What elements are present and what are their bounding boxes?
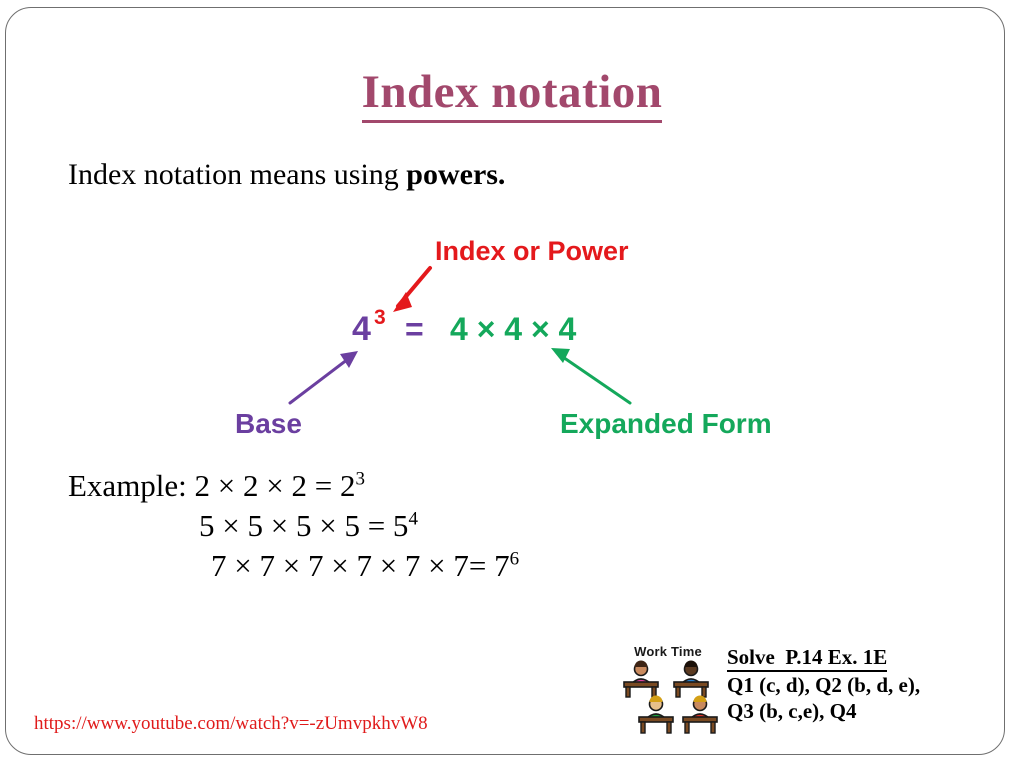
diagram-index-label: Index or Power: [435, 236, 629, 266]
work-time-caption: Work Time: [634, 644, 702, 659]
student-icon: [673, 660, 709, 698]
homework-title-row: Solve P.14 Ex. 1E: [727, 644, 920, 673]
index-arrow-icon: [393, 266, 432, 312]
homework-title: Solve P.14 Ex. 1E: [727, 644, 888, 673]
student-icon: [638, 695, 674, 734]
lead-sentence-plain: Index notation means using: [68, 158, 407, 191]
homework-line: Q1 (c, d), Q2 (b, d, e),: [727, 673, 921, 698]
example-row: 5 × 5 × 5 × 5 = 54: [199, 510, 519, 541]
example-row: 7 × 7 × 7 × 7 × 7 × 7= 76: [211, 550, 519, 581]
example-expression: 5 × 5 × 5 × 5 = 5: [199, 508, 409, 543]
example-expression: 7 × 7 × 7 × 7 × 7 × 7= 7: [211, 548, 510, 583]
example-exponent: 3: [355, 468, 366, 490]
diagram-equals-sign: =: [405, 311, 424, 347]
example-label: Example:: [68, 468, 187, 503]
students-at-desks-icon: [623, 660, 718, 734]
student-icon: [623, 660, 659, 698]
slide-canvas: Index notation Index notation means usin…: [0, 0, 1024, 768]
expanded-arrow-icon: [551, 348, 632, 405]
work-time-clipart: Work Time: [616, 645, 720, 743]
examples-block: Example: 2 × 2 × 2 = 23 5 × 5 × 5 × 5 = …: [68, 470, 519, 581]
homework-block: Solve P.14 Ex. 1E Q1 (c, d), Q2 (b, d, e…: [727, 644, 920, 724]
example-expression: 2 × 2 × 2 = 2: [194, 468, 356, 503]
title-area: Index notation: [0, 67, 1024, 124]
example-exponent: 6: [509, 548, 520, 570]
homework-line: Q3 (b, c,e), Q4: [727, 699, 857, 724]
page-title: Index notation: [361, 67, 663, 124]
video-link[interactable]: https://www.youtube.com/watch?v=-zUmvpkh…: [34, 713, 428, 735]
diagram-expansion: 4 × 4 × 4: [450, 311, 577, 347]
diagram-exponent-digit: 3: [374, 306, 386, 329]
diagram-base-digit: 4: [352, 310, 371, 348]
student-icon: [682, 695, 718, 734]
example-row: Example: 2 × 2 × 2 = 23: [68, 470, 519, 501]
index-notation-diagram: Index or Power 4 3 = 4 × 4 × 4 Base Expa…: [230, 218, 850, 448]
lead-sentence: Index notation means using powers.: [68, 158, 505, 192]
diagram-expanded-label: Expanded Form: [560, 408, 772, 439]
example-exponent: 4: [408, 508, 418, 530]
diagram-base-label: Base: [235, 408, 302, 439]
base-arrow-icon: [288, 351, 358, 405]
lead-sentence-bold: powers.: [406, 158, 506, 191]
